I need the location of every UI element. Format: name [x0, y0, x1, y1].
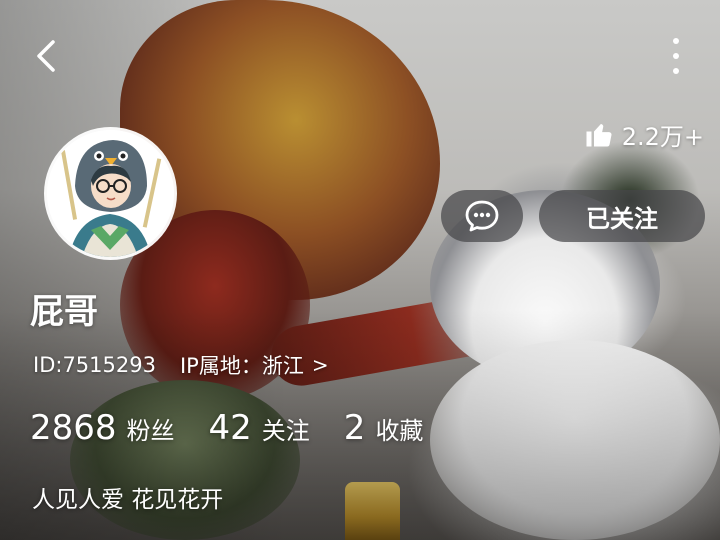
- likes-counter[interactable]: 2.2万+: [584, 114, 704, 154]
- stat-followers[interactable]: 2868 粉丝: [30, 408, 175, 448]
- vertical-dots-icon: [673, 38, 679, 44]
- more-options-button[interactable]: [666, 38, 686, 74]
- message-button[interactable]: [441, 190, 523, 242]
- user-id: ID:7515293: [33, 353, 156, 377]
- dot: [673, 53, 679, 59]
- dot: [673, 68, 679, 74]
- ip-location-link[interactable]: IP属地：浙江 >: [180, 350, 329, 380]
- stat-value: 42: [208, 408, 252, 448]
- user-meta: ID:7515293 IP属地：浙江 >: [33, 350, 329, 380]
- likes-count: 2.2万+: [621, 122, 704, 151]
- chevron-left-icon: [37, 40, 55, 72]
- avatar-image: [47, 130, 174, 257]
- chat-bubble-icon: [465, 200, 499, 232]
- stat-label: 粉丝: [126, 417, 175, 445]
- stat-value: 2: [343, 408, 366, 448]
- following-button[interactable]: 已关注: [539, 190, 705, 242]
- stat-value: 2868: [30, 408, 117, 448]
- back-button[interactable]: [26, 36, 66, 76]
- stat-favorites[interactable]: 2 收藏: [344, 408, 424, 448]
- user-nickname: 屁哥: [30, 292, 98, 332]
- user-bio: 人见人爱 花见花开: [32, 487, 224, 513]
- chevron-right-icon: >: [311, 353, 329, 377]
- stats-row: 2868 粉丝 42 关注 2 收藏: [30, 408, 457, 448]
- stat-label: 关注: [261, 417, 310, 445]
- stat-label: 收藏: [375, 417, 424, 445]
- avatar[interactable]: [47, 130, 174, 257]
- thumbs-up-icon: [586, 124, 612, 147]
- stat-following[interactable]: 42 关注: [209, 408, 310, 448]
- ip-location-text: IP属地：浙江: [179, 354, 304, 378]
